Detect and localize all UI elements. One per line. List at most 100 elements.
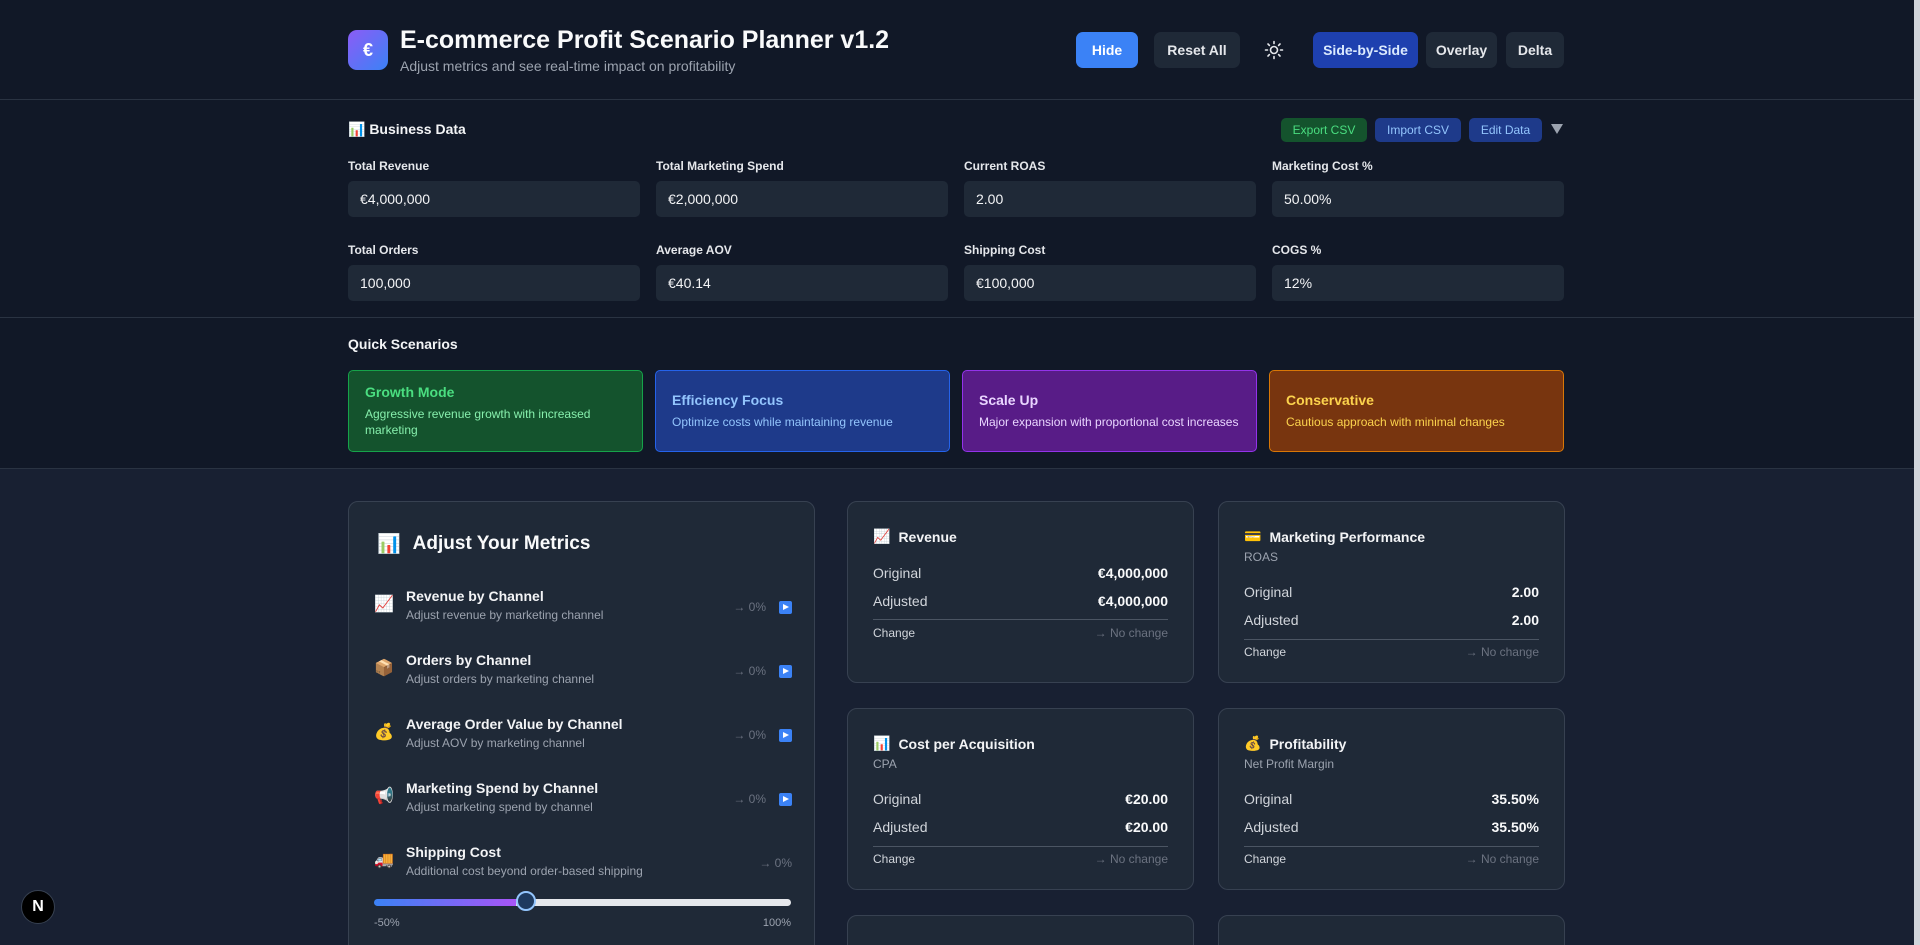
metric-revenue-by-channel[interactable]: 📈 Revenue by Channel Adjust revenue by m…: [374, 588, 794, 632]
trend-icon: 📈: [374, 596, 394, 613]
business-data-title: 📊 Business Data: [348, 121, 466, 137]
original-row: Original 2.00: [1244, 584, 1539, 600]
expand-icon[interactable]: [779, 793, 792, 806]
adjusted-label: Adjusted: [873, 593, 928, 609]
metric-title: Shipping Cost: [406, 844, 501, 860]
original-label: Original: [1244, 584, 1293, 600]
metric-shipping-cost: 🚚 Shipping Cost Additional cost beyond o…: [374, 844, 794, 888]
cogs-field[interactable]: 12%: [1272, 265, 1564, 301]
change-row: Change → No change: [873, 852, 1168, 866]
view-delta-button[interactable]: Delta: [1506, 32, 1564, 68]
quick-scenarios-title: Quick Scenarios: [348, 336, 458, 352]
edit-data-button[interactable]: Edit Data: [1469, 118, 1542, 142]
profitability-card: 💰 Profitability Net Profit Margin Origina…: [1218, 708, 1565, 890]
adjusted-value: 35.50%: [1491, 819, 1539, 835]
view-side-by-side-button[interactable]: Side-by-Side: [1313, 32, 1418, 68]
next-dev-badge[interactable]: N: [21, 890, 55, 924]
scenario-title: Scale Up: [979, 392, 1039, 408]
card-title: 💰 Profitability: [1244, 735, 1346, 752]
current-roas-field[interactable]: 2.00: [964, 181, 1256, 217]
partial-card: [1218, 915, 1565, 945]
average-aov-field[interactable]: €40.14: [656, 265, 948, 301]
export-csv-button[interactable]: Export CSV: [1281, 118, 1367, 142]
scenario-growth-mode[interactable]: Growth Mode Aggressive revenue growth wi…: [348, 370, 643, 452]
card-subtitle: CPA: [873, 757, 897, 771]
adjusted-label: Adjusted: [1244, 819, 1299, 835]
original-value: 35.50%: [1491, 791, 1539, 807]
scenario-conservative[interactable]: Conservative Cautious approach with mini…: [1269, 370, 1564, 452]
shipping-cost-slider-track[interactable]: [374, 899, 791, 906]
divider: [1244, 639, 1539, 640]
chevron-down-icon[interactable]: [1550, 123, 1564, 135]
marketing-performance-card: 💳 Marketing Performance ROAS Original 2.00…: [1218, 501, 1565, 683]
money-bag-icon: 💰: [1244, 735, 1262, 751]
total-marketing-spend-field[interactable]: €2,000,000: [656, 181, 948, 217]
adjusted-row: Adjusted 2.00: [1244, 612, 1539, 628]
divider: [873, 846, 1168, 847]
metric-change: → 0%: [733, 792, 766, 806]
scenario-title: Efficiency Focus: [672, 392, 784, 408]
scenario-title: Conservative: [1286, 392, 1374, 408]
change-row: Change → No change: [1244, 852, 1539, 866]
metric-desc: Adjust revenue by marketing channel: [406, 608, 604, 622]
metric-title: Average Order Value by Channel: [406, 716, 623, 732]
truck-icon: 🚚: [374, 852, 394, 869]
metric-title: Orders by Channel: [406, 652, 532, 668]
scenario-desc: Optimize costs while maintaining revenue: [672, 415, 893, 429]
adjusted-label: Adjusted: [873, 819, 928, 835]
shipping-cost-slider-handle[interactable]: [516, 891, 536, 911]
app-logo: €: [348, 30, 388, 70]
marketing-cost-field[interactable]: 50.00%: [1272, 181, 1564, 217]
metric-desc: Adjust AOV by marketing channel: [406, 736, 585, 750]
sun-icon[interactable]: [1264, 40, 1284, 60]
scrollbar[interactable]: [1914, 0, 1920, 945]
original-row: Original 35.50%: [1244, 791, 1539, 807]
adjusted-value: 2.00: [1511, 612, 1539, 628]
field-label-total-orders: Total Orders: [348, 243, 419, 257]
scenario-title: Growth Mode: [365, 384, 455, 400]
change-value: → No change: [1465, 852, 1539, 866]
package-icon: 📦: [374, 660, 394, 677]
metric-marketing-spend-by-channel[interactable]: 📢 Marketing Spend by Channel Adjust mark…: [374, 780, 794, 824]
metric-title: Marketing Spend by Channel: [406, 780, 599, 796]
scenario-desc: Aggressive revenue growth with increased…: [365, 407, 591, 437]
view-overlay-button[interactable]: Overlay: [1426, 32, 1497, 68]
partial-card: [847, 915, 1194, 945]
expand-icon[interactable]: [779, 729, 792, 742]
slider-min-label: -50%: [374, 917, 400, 929]
hide-button[interactable]: Hide: [1076, 32, 1138, 68]
expand-icon[interactable]: [779, 601, 792, 614]
metric-orders-by-channel[interactable]: 📦 Orders by Channel Adjust orders by mar…: [374, 652, 794, 696]
change-value: → No change: [1094, 626, 1168, 640]
original-label: Original: [873, 791, 922, 807]
adjusted-value: €20.00: [1125, 819, 1168, 835]
cost-per-acquisition-card: 📊 Cost per Acquisition CPA Original €20.00…: [847, 708, 1194, 890]
metric-title: Revenue by Channel: [406, 588, 544, 604]
field-label-average-aov: Average AOV: [656, 243, 732, 257]
reset-all-button[interactable]: Reset All: [1154, 32, 1240, 68]
credit-card-icon: 💳: [1244, 528, 1262, 544]
metric-change: → 0%: [733, 664, 766, 678]
total-orders-field[interactable]: 100,000: [348, 265, 640, 301]
original-label: Original: [1244, 791, 1293, 807]
panel-title: 📊 Adjust Your Metrics: [377, 532, 590, 556]
original-value: €4,000,000: [1097, 565, 1168, 581]
chart-icon: 📊: [873, 735, 891, 751]
expand-icon[interactable]: [779, 665, 792, 678]
scenario-efficiency-focus[interactable]: Efficiency Focus Optimize costs while ma…: [655, 370, 950, 452]
metric-desc: Adjust orders by marketing channel: [406, 672, 595, 686]
original-label: Original: [873, 565, 922, 581]
import-csv-button[interactable]: Import CSV: [1375, 118, 1461, 142]
page-title: E-commerce Profit Scenario Planner v1.2: [400, 26, 890, 54]
shipping-cost-field[interactable]: €100,000: [964, 265, 1256, 301]
metric-change: → 0%: [733, 728, 766, 742]
card-title-text: Revenue: [898, 528, 957, 545]
card-subtitle: Net Profit Margin: [1244, 757, 1335, 771]
field-label-cogs: COGS %: [1272, 243, 1322, 257]
scenario-scale-up[interactable]: Scale Up Major expansion with proportion…: [962, 370, 1257, 452]
divider: [873, 619, 1168, 620]
metric-aov-by-channel[interactable]: 💰 Average Order Value by Channel Adjust …: [374, 716, 794, 760]
total-revenue-field[interactable]: €4,000,000: [348, 181, 640, 217]
change-label: Change: [873, 852, 916, 866]
panel-title-text: Adjust Your Metrics: [412, 533, 591, 554]
